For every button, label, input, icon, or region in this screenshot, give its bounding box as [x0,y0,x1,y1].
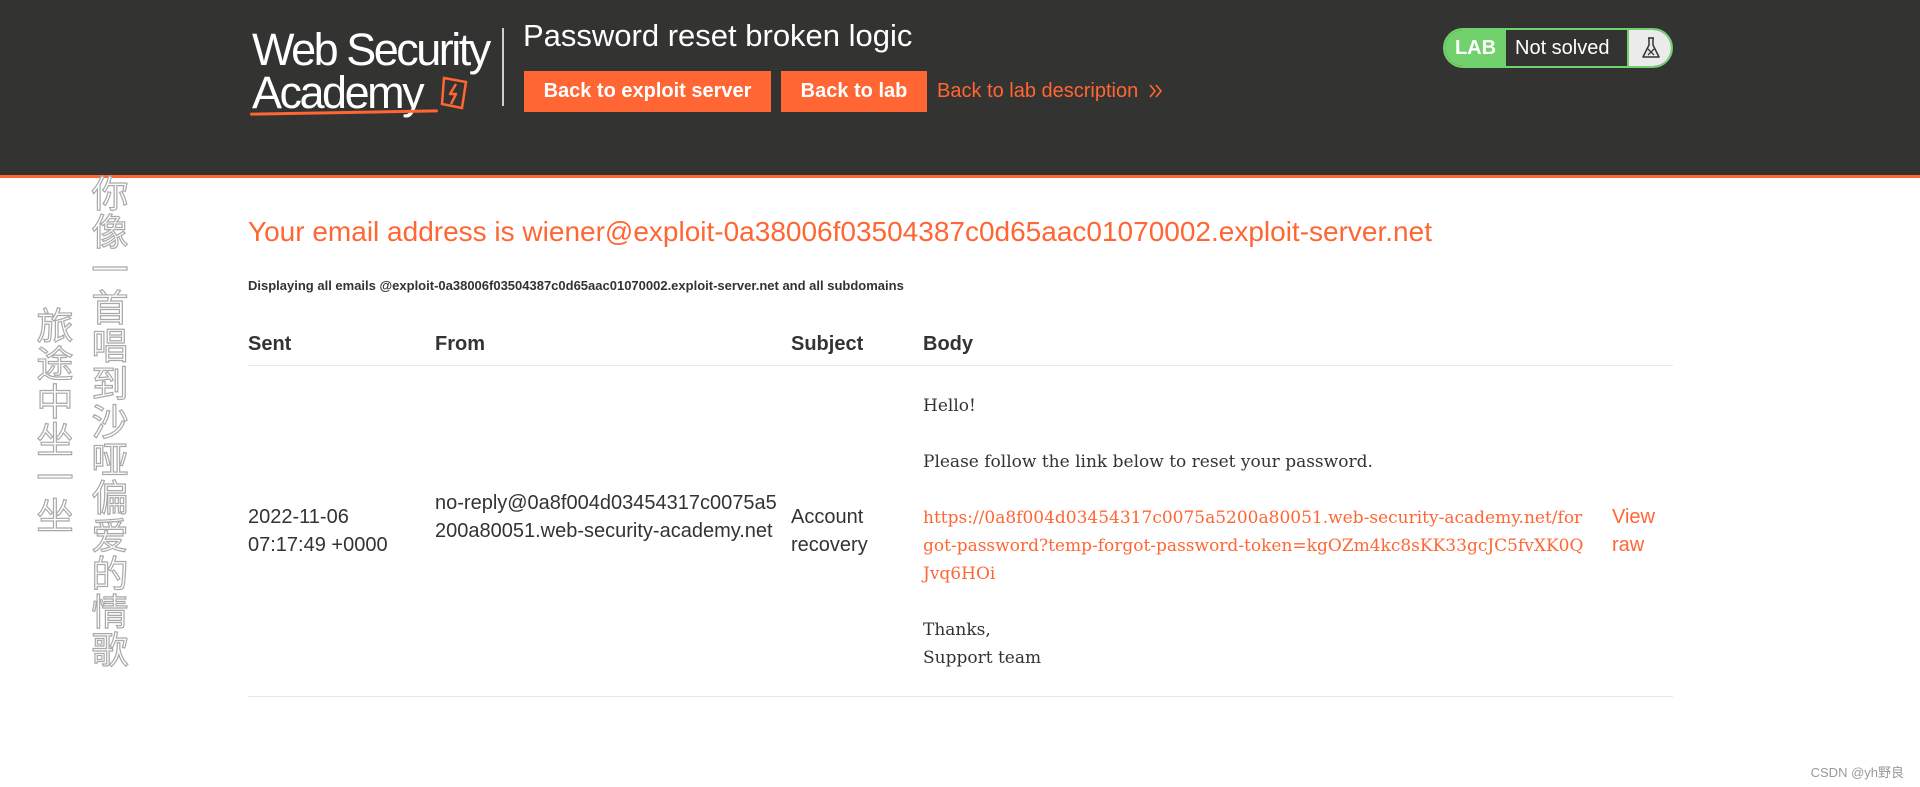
email-address-heading: Your email address is wiener@exploit-0a3… [248,216,1432,247]
back-to-lab-button[interactable]: Back to lab [781,71,927,112]
vertical-poem-text-right: 你像一首唱到沙哑偏爱的情歌 [91,173,129,672]
password-reset-link[interactable]: https://0a8f004d03454317c0075a5200a80051… [923,504,1588,588]
back-to-exploit-server-button[interactable]: Back to exploit server [524,71,771,112]
email-from-cell: no-reply@0a8f004d03454317c0075a5200a8005… [435,492,777,542]
lab-status-text: Not solved [1515,37,1610,59]
column-header-subject: Subject [791,333,864,355]
lab-badge: LAB [1445,30,1506,66]
emails-display-note: Displaying all emails @exploit-0a38006f0… [248,278,904,293]
logo-line2: Academy [252,67,425,118]
csdn-watermark: CSDN @yh野良 [1810,765,1904,780]
body-greeting: Hello! [923,396,976,416]
logo-line1: Web Security [252,24,491,75]
flask-icon [1642,37,1660,58]
back-to-lab-description-link[interactable]: Back to lab description [937,80,1138,103]
column-header-body: Body [923,333,973,355]
email-subject-cell: Account recovery [791,506,868,556]
double-chevron-right-icon [1149,84,1163,98]
email-sent-cell: 2022-11-06 07:17:49 +0000 [248,506,388,556]
vertical-poem-text-left: 旅途中坐一坐 [36,305,74,538]
lab-status-widget: LAB Not solved [1443,28,1673,68]
lab-header: Web Security Academy Password reset brok… [0,0,1920,178]
column-header-sent: Sent [248,333,292,355]
body-instruction: Please follow the link below to reset yo… [923,452,1373,472]
body-signature: Support team [923,648,1042,668]
web-security-academy-logo[interactable]: Web Security Academy [249,24,506,120]
header-divider [502,28,504,106]
flask-button[interactable] [1627,30,1671,66]
body-signoff: Thanks, [923,620,991,640]
view-raw-link[interactable]: View raw [1612,503,1672,559]
lab-title: Password reset broken logic [523,18,913,53]
table-header-divider [248,365,1673,366]
email-body-cell: Hello! Please follow the link below to r… [923,392,1588,672]
table-bottom-divider [248,696,1673,697]
column-header-from: From [435,333,485,355]
lightning-bolt-icon [440,76,468,110]
